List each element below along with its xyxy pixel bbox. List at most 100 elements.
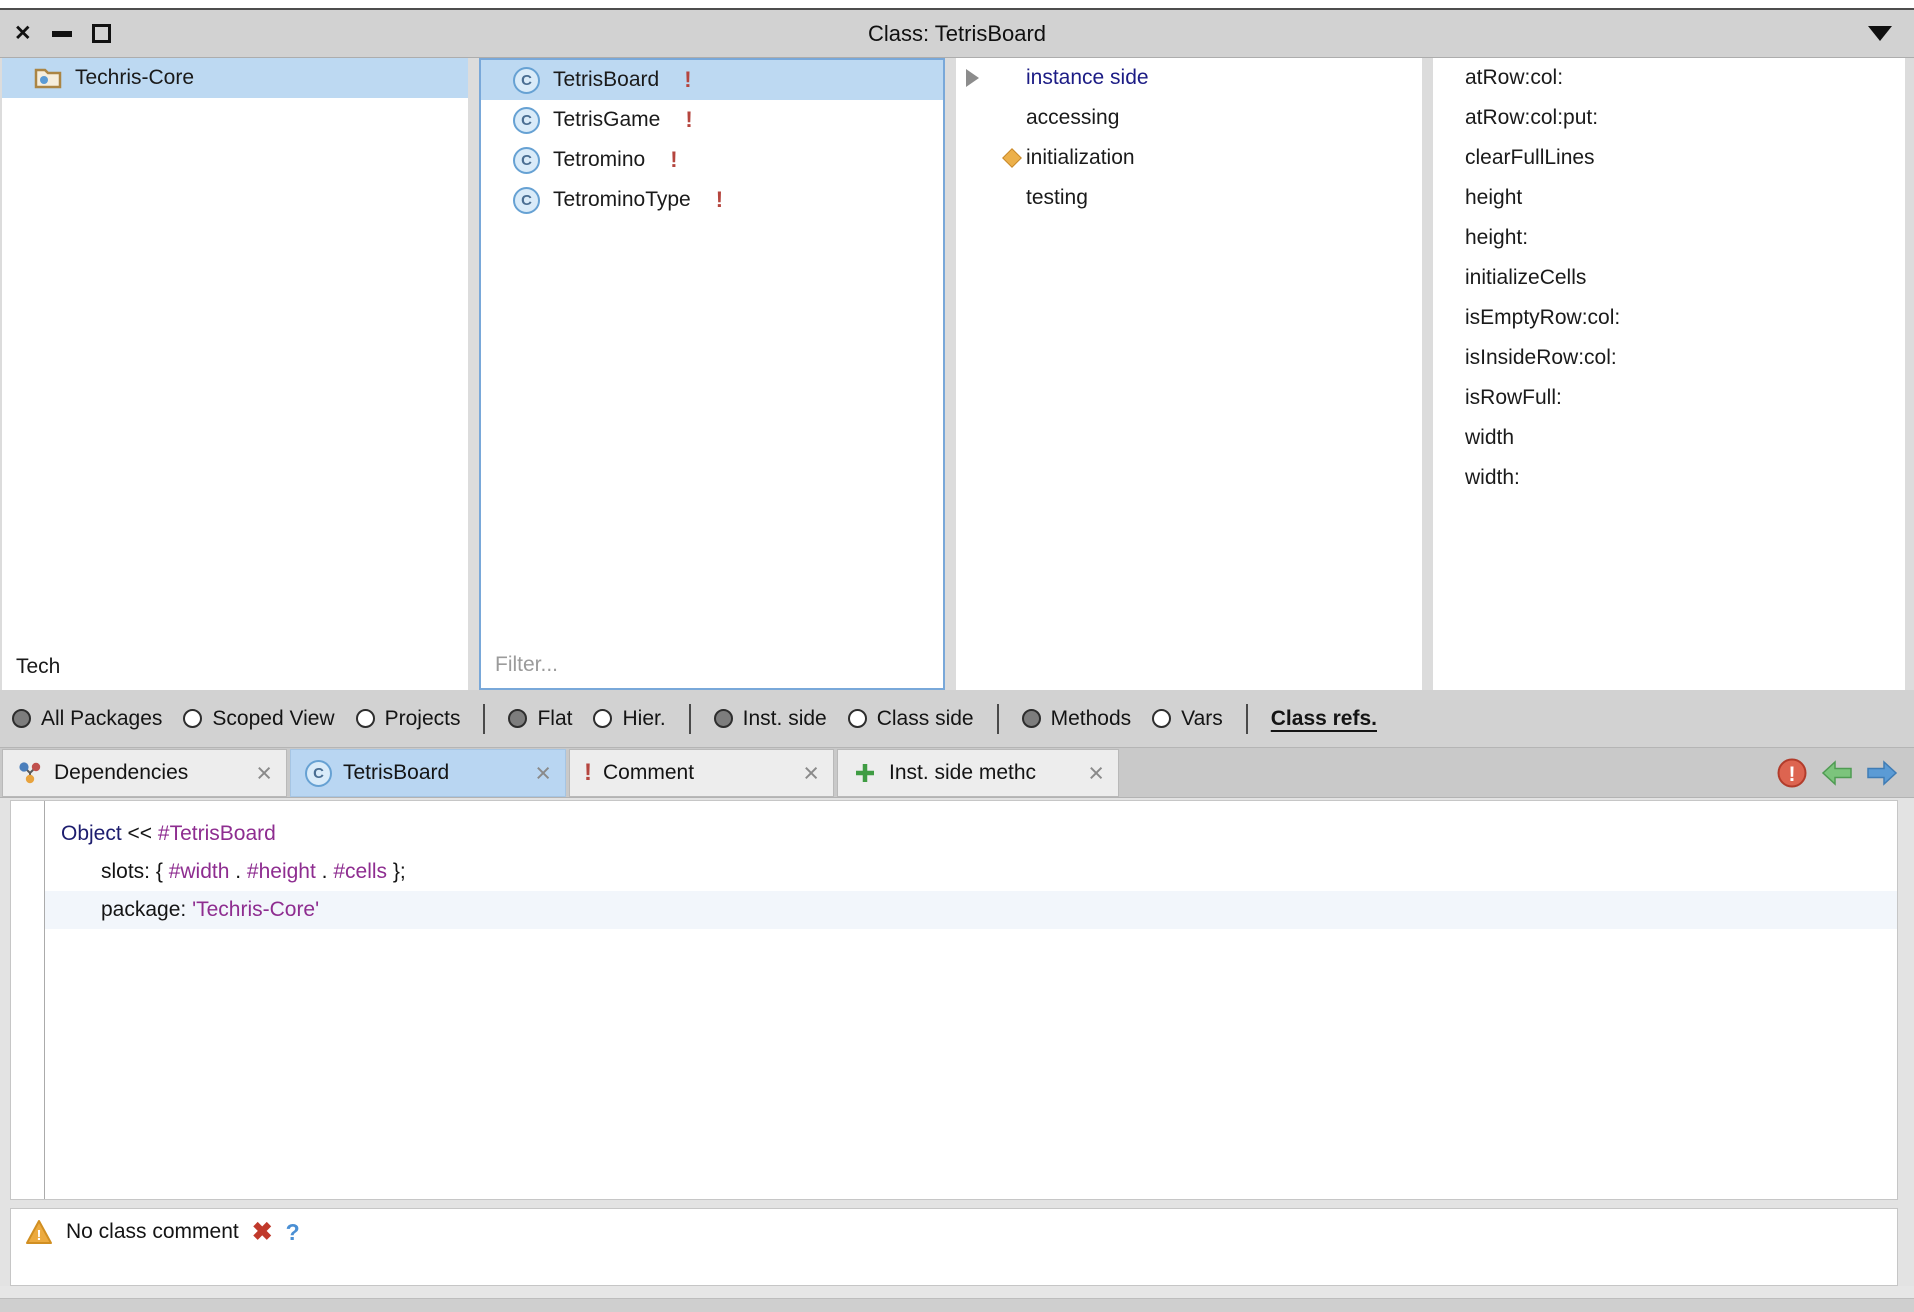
system-browser-window: ✕ Class: TetrisBoard Techris-Core bbox=[0, 0, 1914, 1312]
status-outer: ! No class comment ✖ ? bbox=[0, 1200, 1914, 1286]
method-item[interactable]: isInsideRow:col: bbox=[1433, 338, 1905, 378]
tab-label: TetrisBoard bbox=[343, 761, 449, 785]
method-item[interactable]: atRow:col: bbox=[1433, 58, 1905, 98]
tab-close-icon[interactable]: × bbox=[527, 760, 551, 787]
method-item[interactable]: height bbox=[1433, 178, 1905, 218]
code-token: #width bbox=[169, 860, 230, 884]
code-token: Object bbox=[61, 822, 122, 846]
package-folder-icon bbox=[34, 66, 62, 90]
method-list: atRow:col: atRow:col:put: clearFullLines… bbox=[1433, 58, 1905, 690]
uncommented-bang-icon: ! bbox=[685, 107, 692, 133]
tab-close-icon[interactable]: × bbox=[248, 760, 272, 787]
code-area[interactable]: Object << #TetrisBoard slots: { #width .… bbox=[45, 801, 1897, 1199]
tab-inst-side-methods[interactable]: Inst. side methc × bbox=[837, 749, 1119, 797]
package-filter-input[interactable] bbox=[16, 655, 454, 679]
radio-projects[interactable]: Projects bbox=[356, 707, 461, 731]
protocol-pane: instance side accessing initialization t… bbox=[956, 58, 1422, 690]
class-item-tetrisboard[interactable]: C TetrisBoard ! bbox=[481, 60, 943, 100]
class-label: TetrisGame bbox=[553, 108, 660, 132]
tab-close-icon[interactable]: × bbox=[1080, 760, 1104, 787]
editor-outer: Object << #TetrisBoard slots: { #width .… bbox=[0, 798, 1914, 1200]
warning-triangle-icon: ! bbox=[25, 1219, 53, 1245]
radio-vars[interactable]: Vars bbox=[1152, 707, 1223, 731]
status-panel: ! No class comment ✖ ? bbox=[10, 1208, 1898, 1286]
protocol-item-instance-side[interactable]: instance side bbox=[956, 58, 1422, 98]
tab-label: Inst. side methc bbox=[889, 761, 1036, 785]
code-token: << bbox=[122, 822, 158, 846]
radio-icon bbox=[593, 709, 612, 728]
class-label: Tetromino bbox=[553, 148, 645, 172]
protocol-label: accessing bbox=[1026, 106, 1119, 130]
editor-gutter bbox=[11, 801, 45, 1199]
method-item[interactable]: height: bbox=[1433, 218, 1905, 258]
class-icon: C bbox=[305, 760, 332, 787]
code-token: #height bbox=[247, 860, 316, 884]
dismiss-x-icon[interactable]: ✖ bbox=[252, 1220, 273, 1245]
window-controls: ✕ bbox=[0, 23, 111, 44]
toolbar-separator bbox=[997, 704, 999, 734]
radio-hier[interactable]: Hier. bbox=[593, 707, 665, 731]
radio-inst-side[interactable]: Inst. side bbox=[714, 707, 827, 731]
protocol-list: instance side accessing initialization t… bbox=[956, 58, 1422, 690]
back-arrow-icon[interactable] bbox=[1821, 760, 1853, 786]
radio-class-side[interactable]: Class side bbox=[848, 707, 974, 731]
class-list: C TetrisBoard ! C TetrisGame ! C Tetromi… bbox=[481, 60, 943, 642]
tab-dependencies[interactable]: Dependencies × bbox=[2, 749, 287, 797]
window-minimize-icon[interactable] bbox=[52, 31, 72, 37]
bang-icon: ! bbox=[584, 759, 592, 787]
window-close-icon[interactable]: ✕ bbox=[14, 23, 32, 44]
radio-icon bbox=[12, 709, 31, 728]
radio-icon bbox=[1022, 709, 1041, 728]
uncommented-bang-icon: ! bbox=[716, 187, 723, 213]
tab-comment[interactable]: ! Comment × bbox=[569, 749, 834, 797]
method-item[interactable]: width: bbox=[1433, 458, 1905, 498]
radio-methods[interactable]: Methods bbox=[1022, 707, 1132, 731]
radio-icon bbox=[183, 709, 202, 728]
class-refs-link[interactable]: Class refs. bbox=[1271, 707, 1377, 731]
class-label: TetrisBoard bbox=[553, 68, 659, 92]
method-item[interactable]: initializeCells bbox=[1433, 258, 1905, 298]
window-menu-caret-icon[interactable] bbox=[1868, 26, 1892, 41]
status-row: ! No class comment ✖ ? bbox=[25, 1219, 1883, 1245]
dependencies-graph-icon bbox=[17, 760, 43, 786]
method-item[interactable]: isRowFull: bbox=[1433, 378, 1905, 418]
toolbar-separator bbox=[483, 704, 485, 734]
radio-icon bbox=[356, 709, 375, 728]
protocol-item-initialization[interactable]: initialization bbox=[956, 138, 1422, 178]
code-line-2[interactable]: slots: { #width . #height . #cells }; bbox=[45, 853, 1897, 891]
method-item[interactable]: isEmptyRow:col: bbox=[1433, 298, 1905, 338]
expander-triangle-icon[interactable] bbox=[966, 69, 979, 87]
package-list: Techris-Core bbox=[2, 58, 468, 644]
uncommented-bang-icon: ! bbox=[684, 67, 691, 93]
protocol-item-testing[interactable]: testing bbox=[956, 178, 1422, 218]
tab-close-icon[interactable]: × bbox=[795, 760, 819, 787]
class-filter-input[interactable] bbox=[495, 653, 929, 677]
package-item-techris-core[interactable]: Techris-Core bbox=[2, 58, 468, 98]
radio-scoped-view[interactable]: Scoped View bbox=[183, 707, 334, 731]
code-line-3[interactable]: package: 'Techris-Core' bbox=[45, 891, 1897, 929]
window-maximize-icon[interactable] bbox=[92, 24, 111, 43]
class-item-tetrominotype[interactable]: C TetrominoType ! bbox=[481, 180, 943, 220]
code-editor[interactable]: Object << #TetrisBoard slots: { #width .… bbox=[10, 800, 1898, 1200]
toolbar-separator bbox=[689, 704, 691, 734]
radio-icon bbox=[1152, 709, 1171, 728]
method-item[interactable]: clearFullLines bbox=[1433, 138, 1905, 178]
radio-all-packages[interactable]: All Packages bbox=[12, 707, 162, 731]
class-label: TetrominoType bbox=[553, 188, 691, 212]
method-item[interactable]: atRow:col:put: bbox=[1433, 98, 1905, 138]
tab-tetrisboard[interactable]: C TetrisBoard × bbox=[290, 749, 566, 797]
class-item-tetromino[interactable]: C Tetromino ! bbox=[481, 140, 943, 180]
package-pane: Techris-Core bbox=[2, 58, 468, 690]
plus-icon bbox=[852, 760, 878, 786]
package-label: Techris-Core bbox=[75, 66, 194, 90]
critiques-alert-icon[interactable]: ! bbox=[1776, 757, 1808, 789]
protocol-item-accessing[interactable]: accessing bbox=[956, 98, 1422, 138]
code-line-1[interactable]: Object << #TetrisBoard bbox=[45, 815, 1897, 853]
class-item-tetrisgame[interactable]: C TetrisGame ! bbox=[481, 100, 943, 140]
package-filter bbox=[2, 644, 468, 690]
radio-flat[interactable]: Flat bbox=[508, 707, 572, 731]
tab-label: Comment bbox=[603, 761, 694, 785]
forward-arrow-icon[interactable] bbox=[1866, 760, 1898, 786]
method-item[interactable]: width bbox=[1433, 418, 1905, 458]
help-question-icon[interactable]: ? bbox=[286, 1221, 300, 1244]
